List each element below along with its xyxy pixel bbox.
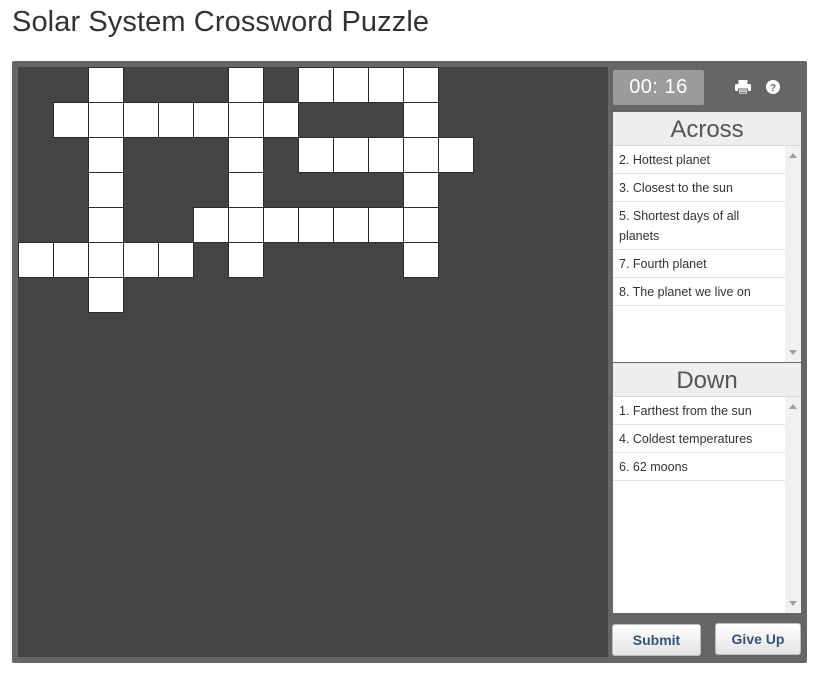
scroll-down-icon[interactable] bbox=[789, 601, 797, 606]
grid-cell[interactable] bbox=[53, 102, 89, 138]
across-scrollbar[interactable] bbox=[785, 146, 801, 362]
grid-cell[interactable] bbox=[403, 207, 439, 243]
grid-cell[interactable] bbox=[228, 137, 264, 173]
clue-item[interactable]: 4. Coldest temperatures bbox=[613, 425, 785, 453]
grid-cell[interactable] bbox=[333, 207, 369, 243]
clue-item[interactable]: 3. Closest to the sun bbox=[613, 174, 785, 202]
down-clues-panel: Down 1. Farthest from the sun 4. Coldest… bbox=[613, 363, 801, 613]
printer-icon[interactable] bbox=[732, 76, 754, 98]
clue-item[interactable]: 7. Fourth planet bbox=[613, 250, 785, 278]
grid-cell[interactable] bbox=[298, 67, 334, 103]
grid-cell[interactable] bbox=[228, 207, 264, 243]
help-icon[interactable]: ? bbox=[762, 76, 784, 98]
svg-text:?: ? bbox=[770, 83, 776, 94]
across-clues-panel: Across 2. Hottest planet 3. Closest to t… bbox=[613, 112, 801, 362]
submit-button[interactable]: Submit bbox=[612, 624, 701, 656]
clue-item[interactable]: 6. 62 moons bbox=[613, 453, 785, 481]
grid-cell[interactable] bbox=[158, 242, 194, 278]
grid-cell[interactable] bbox=[88, 277, 124, 313]
grid-cell[interactable] bbox=[123, 102, 159, 138]
page-title: Solar System Crossword Puzzle bbox=[12, 6, 430, 38]
grid-cell[interactable] bbox=[403, 137, 439, 173]
grid-cell[interactable] bbox=[88, 172, 124, 208]
grid-cell[interactable] bbox=[158, 102, 194, 138]
clue-item[interactable]: 5. Shortest days of all planets bbox=[613, 202, 785, 250]
clue-item[interactable]: 2. Hottest planet bbox=[613, 146, 785, 174]
grid-cell[interactable] bbox=[193, 102, 229, 138]
grid-cell[interactable] bbox=[333, 67, 369, 103]
grid-cell[interactable] bbox=[368, 137, 404, 173]
across-heading: Across bbox=[613, 112, 801, 146]
grid-cell[interactable] bbox=[193, 207, 229, 243]
grid-cell[interactable] bbox=[88, 102, 124, 138]
grid-cell[interactable] bbox=[53, 242, 89, 278]
down-clue-list: 1. Farthest from the sun 4. Coldest temp… bbox=[613, 397, 785, 613]
grid-cell[interactable] bbox=[403, 102, 439, 138]
grid-cell[interactable] bbox=[228, 102, 264, 138]
grid-cell[interactable] bbox=[228, 172, 264, 208]
grid-cell[interactable] bbox=[403, 172, 439, 208]
grid-cell[interactable] bbox=[403, 242, 439, 278]
down-scrollbar[interactable] bbox=[785, 397, 801, 613]
crossword-grid bbox=[18, 67, 608, 657]
across-clue-list: 2. Hottest planet 3. Closest to the sun … bbox=[613, 146, 785, 362]
grid-cell[interactable] bbox=[368, 67, 404, 103]
grid-cell[interactable] bbox=[438, 137, 474, 173]
scroll-down-icon[interactable] bbox=[789, 350, 797, 355]
grid-cell[interactable] bbox=[403, 67, 439, 103]
grid-cell[interactable] bbox=[123, 242, 159, 278]
grid-cell[interactable] bbox=[298, 137, 334, 173]
grid-cell[interactable] bbox=[228, 242, 264, 278]
give-up-button[interactable]: Give Up bbox=[715, 623, 801, 655]
grid-cell[interactable] bbox=[88, 67, 124, 103]
scroll-up-icon[interactable] bbox=[789, 404, 797, 409]
timer: 00: 16 bbox=[613, 70, 704, 105]
grid-cell[interactable] bbox=[88, 137, 124, 173]
grid-cell[interactable] bbox=[88, 207, 124, 243]
down-heading: Down bbox=[613, 363, 801, 397]
scroll-up-icon[interactable] bbox=[789, 153, 797, 158]
grid-cell[interactable] bbox=[263, 102, 299, 138]
grid-cell[interactable] bbox=[333, 137, 369, 173]
clue-item[interactable]: 8. The planet we live on bbox=[613, 278, 785, 306]
grid-cell[interactable] bbox=[228, 67, 264, 103]
grid-cell[interactable] bbox=[88, 242, 124, 278]
grid-cell[interactable] bbox=[298, 207, 334, 243]
clue-item[interactable]: 1. Farthest from the sun bbox=[613, 397, 785, 425]
grid-cell[interactable] bbox=[368, 207, 404, 243]
puzzle-frame: 00: 16 ? Across 2. Hottest planet 3. Clo… bbox=[12, 61, 807, 663]
grid-cell[interactable] bbox=[263, 207, 299, 243]
grid-cell[interactable] bbox=[18, 242, 54, 278]
